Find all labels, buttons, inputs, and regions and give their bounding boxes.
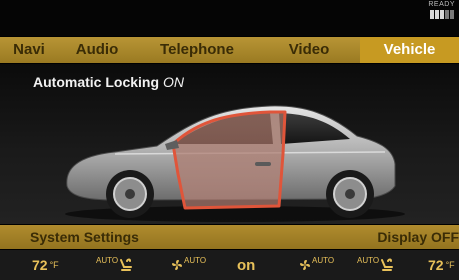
signal-strength-icon xyxy=(430,10,454,19)
right-temp-unit: °F xyxy=(445,260,455,270)
right-temp-value: 72 xyxy=(428,257,444,273)
left-temperature[interactable]: 72 °F xyxy=(32,250,59,280)
main-menu-bar: Navi Audio Telephone Video Vehicle xyxy=(0,37,459,63)
left-temp-value: 72 xyxy=(32,257,48,273)
fan-icon xyxy=(300,260,310,270)
right-airflow-auto-label: AUTO xyxy=(357,255,380,265)
climate-bar: 72 °F AUTO AUTO on AUTO AUTO 72 °F xyxy=(0,250,459,280)
right-temperature[interactable]: 72 °F xyxy=(428,250,455,280)
left-fan-auto-label: AUTO xyxy=(184,255,207,265)
car-door-graphic xyxy=(65,105,405,222)
fan-icon xyxy=(172,260,182,270)
main-panel: Automatic Locking ON xyxy=(0,64,459,224)
left-fan-auto[interactable]: AUTO xyxy=(170,250,206,280)
settings-bar: System Settings Display OFF xyxy=(0,225,459,249)
menu-audio[interactable]: Audio xyxy=(58,37,136,63)
automatic-locking-setting[interactable]: Automatic Locking ON xyxy=(33,74,184,90)
vehicle-settings-screen: READY Navi Audio Telephone Video Vehicle… xyxy=(0,0,459,280)
display-off-button[interactable]: Display OFF xyxy=(377,229,459,245)
ready-indicator: READY xyxy=(428,1,455,8)
menu-navi[interactable]: Navi xyxy=(0,37,58,63)
seat-airflow-icon xyxy=(381,258,394,271)
right-airflow-auto[interactable]: AUTO xyxy=(357,250,395,280)
status-strip: READY xyxy=(0,0,459,36)
seat-airflow-icon xyxy=(120,258,133,271)
menu-telephone[interactable]: Telephone xyxy=(136,37,258,63)
climate-on-button[interactable]: on xyxy=(237,250,255,280)
menu-vehicle[interactable]: Vehicle xyxy=(360,37,459,63)
right-fan-auto[interactable]: AUTO xyxy=(298,250,334,280)
menu-video[interactable]: Video xyxy=(258,37,360,63)
left-airflow-auto-label: AUTO xyxy=(96,255,119,265)
right-fan-auto-label: AUTO xyxy=(312,255,335,265)
setting-label: Automatic Locking xyxy=(33,74,160,90)
left-airflow-auto[interactable]: AUTO xyxy=(96,250,134,280)
left-temp-unit: °F xyxy=(49,260,59,270)
setting-state: ON xyxy=(163,74,185,90)
system-settings-button[interactable]: System Settings xyxy=(30,229,139,245)
